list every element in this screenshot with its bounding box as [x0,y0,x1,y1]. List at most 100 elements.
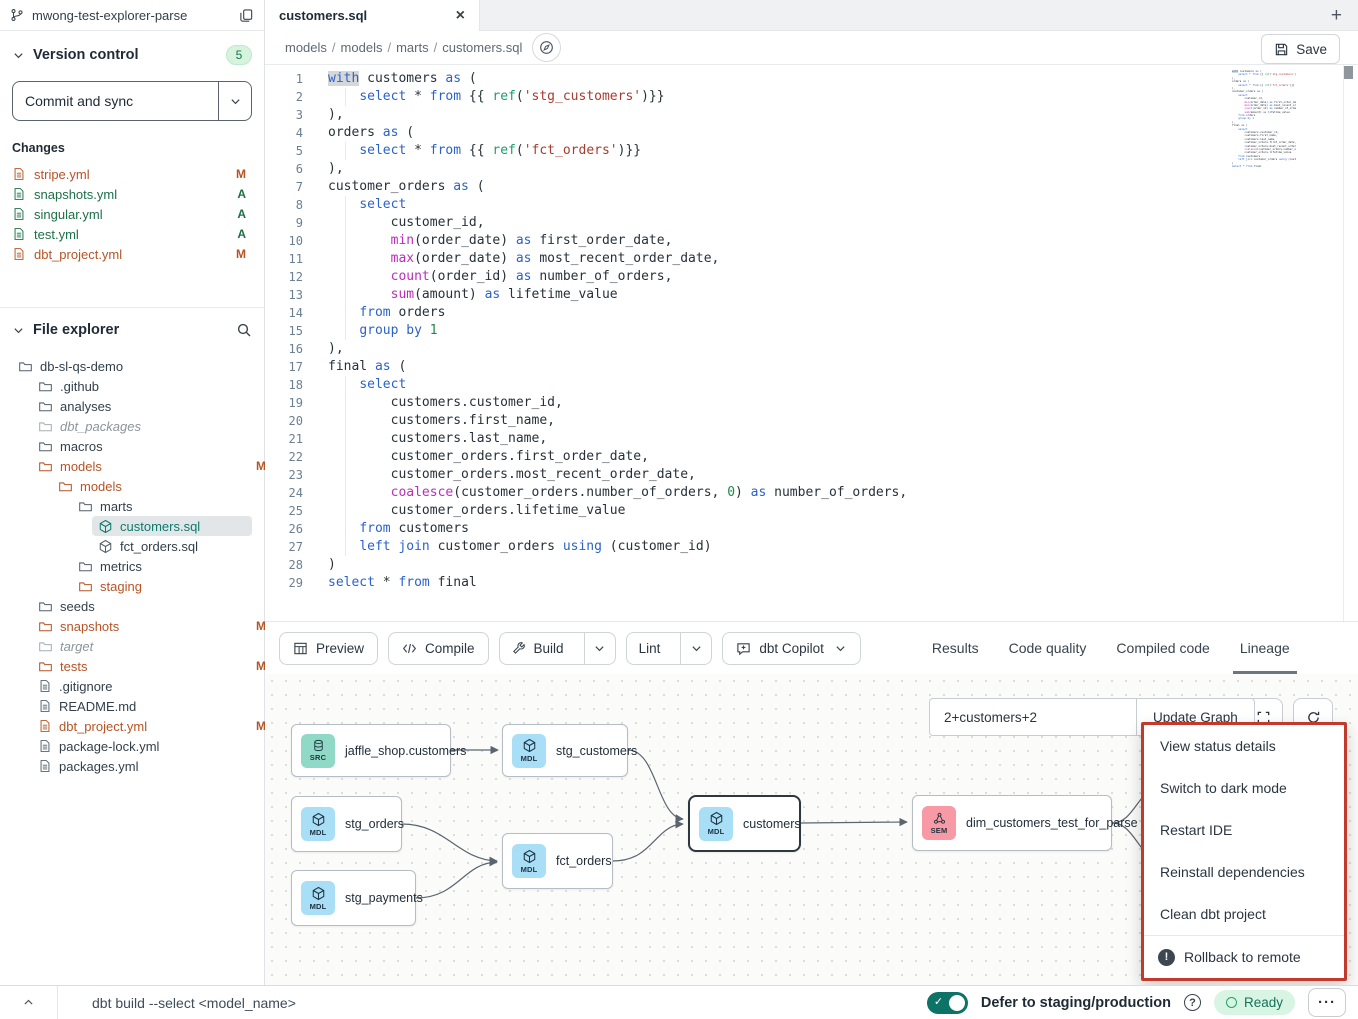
lineage-node-dim-customers-test-for-parse[interactable]: SEMdim_customers_test_for_parse [912,795,1112,851]
commit-dropdown-caret[interactable] [218,82,251,120]
editor-scrollbar[interactable] [1343,65,1353,621]
code-line: count(order_id) as number_of_orders, [328,268,907,286]
defer-label: Defer to staging/production [981,995,1171,1011]
minimap[interactable]: with customers as ( select * from {{ ref… [1232,70,1296,168]
explore-lineage-button[interactable] [532,33,561,62]
file-icon [38,719,52,733]
lineage-node-jaffle-shop-customers[interactable]: SRCjaffle_shop.customers [291,724,451,777]
tree-item-metrics[interactable]: metrics [72,556,252,576]
tree-item-fct-orders-sql[interactable]: fct_orders.sql [92,536,252,556]
main-area: customers.sql × + models/models/marts/cu… [265,0,1358,985]
tree-item-macros[interactable]: macros [32,436,252,456]
tree-item-packages-yml[interactable]: packages.yml [32,756,252,776]
branch-header[interactable]: mwong-test-explorer-parse [0,0,264,31]
menu-item-switch-to-dark-mode[interactable]: Switch to dark mode [1144,767,1344,809]
compile-button[interactable]: Compile [388,632,489,665]
tree-item-dbt-packages[interactable]: dbt_packages [32,416,252,436]
changes-list: stripe.ymlMsnapshots.ymlAsingular.ymlAte… [12,164,252,264]
menu-item-reinstall-dependencies[interactable]: Reinstall dependencies [1144,851,1344,893]
defer-toggle[interactable]: ✓ [927,992,968,1014]
expand-command-panel-button[interactable] [22,996,35,1009]
panel-tab-results[interactable]: Results [917,622,994,674]
change-row[interactable]: singular.ymlA [12,204,252,224]
dbt-copilot-button[interactable]: dbt Copilot [722,632,861,665]
build-dropdown-caret[interactable] [584,633,615,664]
lint-button[interactable]: Lint [626,632,713,665]
copy-icon[interactable] [239,8,254,23]
code-line: max(order_date) as most_recent_order_dat… [328,250,907,268]
code-lines[interactable]: with customers as ( select * from {{ ref… [328,70,907,592]
menu-item-restart-ide[interactable]: Restart IDE [1144,809,1344,851]
tree-item-label: fct_orders.sql [120,539,198,554]
lineage-node-fct-orders[interactable]: MDLfct_orders [502,833,613,889]
ide-options-menu: View status detailsSwitch to dark modeRe… [1141,722,1347,981]
save-button[interactable]: Save [1261,34,1340,64]
tree-item-readme-md[interactable]: README.md [32,696,252,716]
file-icon [12,187,26,201]
node-label: stg_orders [345,817,404,831]
tree-item-seeds[interactable]: seeds [32,596,252,616]
tree-item-tests[interactable]: testsM [32,656,252,676]
chevron-down-icon[interactable] [12,324,25,337]
commit-button-label[interactable]: Commit and sync [13,82,218,120]
panel-tab-compiled-code[interactable]: Compiled code [1101,622,1224,674]
panel-tab-code-quality[interactable]: Code quality [994,622,1102,674]
tree-item-target[interactable]: target [32,636,252,656]
tree-item-customers-sql[interactable]: customers.sql [92,516,252,536]
tree-item-analyses[interactable]: analyses [32,396,252,416]
ide-status-badge[interactable]: Ready [1214,990,1295,1015]
lineage-node-stg-orders[interactable]: MDLstg_orders [291,796,402,852]
file-explorer-title: File explorer [33,322,119,338]
menu-item-view-status-details[interactable]: View status details [1144,725,1344,767]
tree-item-package-lock-yml[interactable]: package-lock.yml [32,736,252,756]
panel-tab-lineage[interactable]: Lineage [1225,622,1305,674]
file-tree: db-sl-qs-demo.githubanalysesdbt_packages… [12,356,252,776]
new-tab-button[interactable]: + [1331,6,1342,25]
change-file-name: singular.yml [34,207,103,222]
change-row[interactable]: test.ymlA [12,224,252,244]
lineage-node-customers[interactable]: MDLcustomers [688,795,801,852]
tree-item-staging[interactable]: stagingM [72,576,252,596]
change-row[interactable]: stripe.ymlM [12,164,252,184]
lineage-node-stg-customers[interactable]: MDLstg_customers [502,724,628,777]
close-icon[interactable]: × [456,8,465,24]
tree-item-marts[interactable]: marts [72,496,252,516]
tree-item-label: package-lock.yml [59,739,159,754]
change-row[interactable]: snapshots.ymlA [12,184,252,204]
more-options-button[interactable]: ··· [1308,988,1346,1017]
model-badge-icon: MDL [512,734,546,768]
tree-item-models[interactable]: modelsM [32,456,252,476]
tree-item--gitignore[interactable]: .gitignore [32,676,252,696]
menu-item-clean-dbt-project[interactable]: Clean dbt project [1144,893,1344,935]
left-sidebar: mwong-test-explorer-parse Version contro… [0,0,265,985]
menu-item-rollback-to-remote[interactable]: ! Rollback to remote [1144,935,1344,978]
copilot-dropdown-caret[interactable] [834,642,847,655]
chevron-down-icon[interactable] [12,49,25,62]
change-file-name: dbt_project.yml [34,247,122,262]
file-icon [12,207,26,221]
tree-item--github[interactable]: .github [32,376,252,396]
code-editor[interactable]: 1234567891011121314151617181920212223242… [265,65,1358,622]
lint-dropdown-caret[interactable] [680,633,711,664]
tree-item-models[interactable]: modelsM [52,476,252,496]
editor-tabbar: customers.sql × + [265,0,1358,31]
preview-button[interactable]: Preview [279,632,378,665]
node-label: stg_customers [556,744,637,758]
lineage-selector-input[interactable]: 2+customers+2 [930,699,1136,735]
help-icon[interactable]: ? [1184,994,1201,1011]
change-row[interactable]: dbt_project.ymlM [12,244,252,264]
search-icon[interactable] [236,322,252,338]
tree-item-db-sl-qs-demo[interactable]: db-sl-qs-demo [12,356,252,376]
code-line: min(order_date) as first_order_date, [328,232,907,250]
lineage-node-stg-payments[interactable]: MDLstg_payments [291,870,416,926]
code-line: ), [328,340,907,358]
tree-item-label: tests [60,659,87,674]
commit-and-sync-button[interactable]: Commit and sync [12,81,252,121]
build-button[interactable]: Build [499,632,616,665]
tab-customers-sql[interactable]: customers.sql × [265,0,480,31]
tree-item-dbt-project-yml[interactable]: dbt_project.ymlM [32,716,252,736]
command-input[interactable]: dbt build --select <model_name> [92,995,296,1011]
scrollbar-thumb[interactable] [1344,66,1353,79]
code-line: orders as ( [328,124,907,142]
tree-item-snapshots[interactable]: snapshotsM [32,616,252,636]
